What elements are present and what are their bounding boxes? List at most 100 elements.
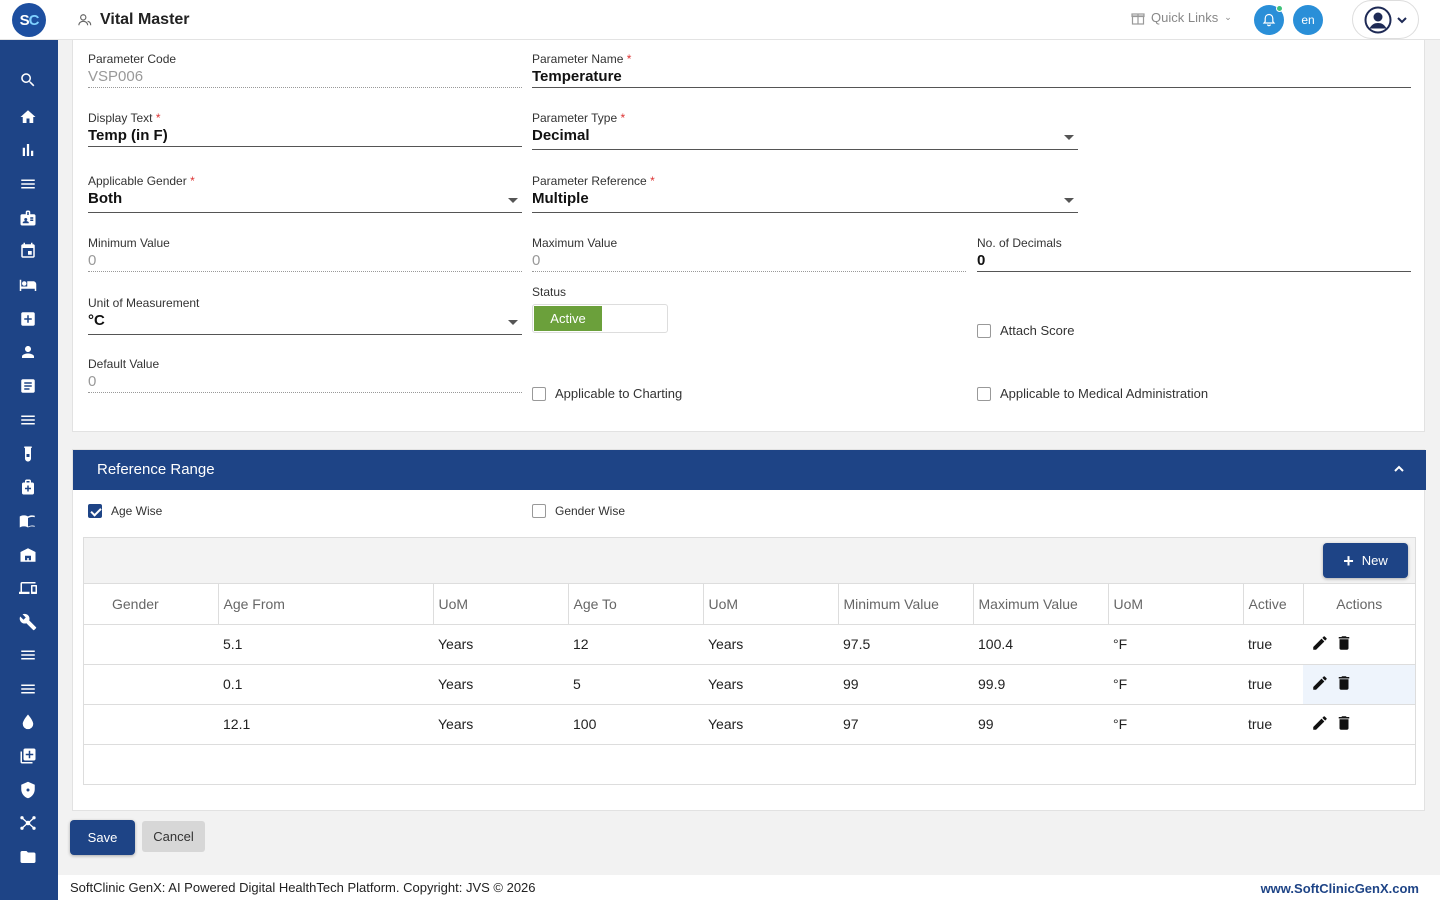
edit-icon[interactable] — [1311, 634, 1329, 652]
age-to-cell: 5 — [568, 664, 703, 705]
attach-score-checkbox[interactable]: Attach Score — [977, 323, 1074, 338]
store-icon[interactable] — [19, 546, 37, 564]
minimum-value-label: Minimum Value — [88, 236, 170, 250]
app-logo[interactable]: SC — [12, 3, 46, 37]
age-wise-checkbox[interactable]: Age Wise — [88, 504, 162, 518]
search-icon[interactable] — [19, 71, 37, 89]
cancel-button[interactable]: Cancel — [142, 821, 205, 852]
checkbox-box[interactable] — [532, 504, 546, 518]
lab-icon[interactable] — [19, 445, 37, 463]
reference-range-panel: Reference Range Age Wise Gender Wise + N… — [72, 449, 1426, 811]
column-header[interactable]: Age To — [568, 584, 704, 625]
checkbox-box[interactable] — [532, 386, 546, 401]
devices-icon[interactable] — [19, 579, 37, 597]
delete-icon[interactable] — [1335, 674, 1353, 692]
add-box-icon[interactable] — [19, 747, 37, 765]
new-button[interactable]: + New — [1323, 543, 1408, 578]
bar-chart-icon[interactable] — [19, 141, 37, 159]
quick-links-label: Quick Links — [1151, 10, 1219, 25]
active-cell: true — [1243, 624, 1303, 665]
user-menu[interactable] — [1352, 0, 1419, 39]
actions-cell — [1303, 624, 1415, 665]
wrench-icon[interactable] — [19, 613, 37, 631]
minimum-value-cell: 97 — [838, 704, 973, 745]
parameter-reference-label: Parameter Reference * — [532, 174, 655, 188]
top-bar: SC Vital Master Quick Links ⌄ en — [0, 0, 1440, 40]
unit-of-measurement-select[interactable]: Unit of Measurement °C — [88, 296, 522, 336]
calendar-icon[interactable] — [19, 242, 37, 260]
edit-icon[interactable] — [1311, 714, 1329, 732]
parameter-reference-select[interactable]: Parameter Reference * Multiple — [532, 174, 1078, 214]
badge-icon[interactable] — [19, 209, 37, 227]
gender-cell — [84, 704, 218, 745]
applicable-to-charting-checkbox[interactable]: Applicable to Charting — [532, 386, 682, 401]
list-icon[interactable] — [19, 175, 37, 193]
vital-form-card: Parameter Code VSP006 Parameter Name * T… — [72, 40, 1425, 432]
column-header[interactable]: UoM — [1108, 584, 1244, 625]
document-icon[interactable] — [19, 377, 37, 395]
pharmacy-icon[interactable] — [19, 478, 37, 496]
applicable-gender-label: Applicable Gender * — [88, 174, 195, 188]
medical-cross-icon[interactable] — [19, 310, 37, 328]
no-of-decimals-value: 0 — [977, 252, 986, 269]
column-header[interactable]: Maximum Value — [973, 584, 1109, 625]
parameter-type-select[interactable]: Parameter Type * Decimal — [532, 111, 1078, 151]
gender-wise-checkbox[interactable]: Gender Wise — [532, 504, 625, 518]
bed-icon[interactable] — [19, 276, 37, 294]
footer-website-link[interactable]: www.SoftClinicGenX.com — [1261, 881, 1419, 896]
delete-icon[interactable] — [1335, 714, 1353, 732]
list-icon[interactable] — [19, 411, 37, 429]
checkbox-box[interactable] — [977, 323, 991, 338]
display-text-field[interactable]: Display Text * Temp (in F) — [88, 111, 522, 148]
folder-icon[interactable] — [19, 848, 37, 866]
shield-icon[interactable] — [19, 781, 37, 799]
field-underline — [532, 271, 966, 272]
language-button[interactable]: en — [1293, 5, 1323, 35]
parameter-reference-value: Multiple — [532, 190, 589, 207]
age-from-cell: 12.1 — [218, 704, 433, 745]
delete-icon[interactable] — [1335, 634, 1353, 652]
home-icon[interactable] — [19, 108, 37, 126]
checkbox-box[interactable] — [88, 504, 102, 518]
chevron-up-icon[interactable] — [1394, 464, 1404, 474]
list-icon[interactable] — [19, 646, 37, 664]
book-icon[interactable] — [19, 512, 37, 530]
network-icon[interactable] — [19, 814, 37, 832]
maximum-value-cell: 100.4 — [973, 624, 1108, 665]
no-of-decimals-field[interactable]: No. of Decimals 0 — [977, 236, 1411, 273]
minimum-value-field[interactable]: Minimum Value 0 — [88, 236, 522, 273]
table-header-row: Gender Age From UoM Age To UoM Minimum V… — [84, 584, 1415, 625]
applicable-gender-select[interactable]: Applicable Gender * Both — [88, 174, 522, 214]
maximum-value-field[interactable]: Maximum Value 0 — [532, 236, 966, 273]
column-header[interactable]: UoM — [433, 584, 569, 625]
table-row[interactable]: 5.1 Years 12 Years 97.5 100.4 °F true — [84, 624, 1415, 665]
drop-icon[interactable] — [19, 713, 37, 731]
list-icon[interactable] — [19, 680, 37, 698]
uom-cell: Years — [703, 624, 838, 665]
status-toggle[interactable]: Active — [532, 304, 668, 333]
table-row[interactable]: 12.1 Years 100 Years 97 99 °F true — [84, 704, 1415, 745]
default-value-field[interactable]: Default Value 0 — [88, 357, 522, 394]
person-icon[interactable] — [19, 343, 37, 361]
column-header[interactable]: Age From — [218, 584, 434, 625]
column-header[interactable]: Minimum Value — [838, 584, 974, 625]
edit-icon[interactable] — [1311, 674, 1329, 692]
column-header[interactable]: Active — [1243, 584, 1304, 625]
status-active-option[interactable]: Active — [534, 306, 602, 331]
parameter-code-field[interactable]: Parameter Code VSP006 — [88, 52, 522, 89]
parameter-type-label: Parameter Type * — [532, 111, 626, 125]
column-header[interactable]: Gender — [84, 584, 219, 625]
parameter-name-field[interactable]: Parameter Name * Temperature — [532, 52, 1411, 89]
applicable-gender-value: Both — [88, 190, 123, 207]
save-button[interactable]: Save — [70, 820, 135, 855]
column-header[interactable]: UoM — [703, 584, 839, 625]
quick-links-menu[interactable]: Quick Links ⌄ — [1131, 10, 1232, 25]
table-row[interactable]: 0.1 Years 5 Years 99 99.9 °F true — [84, 664, 1415, 705]
avatar-icon — [1364, 6, 1391, 33]
age-from-cell: 0.1 — [218, 664, 433, 705]
reference-range-header[interactable]: Reference Range — [73, 450, 1426, 490]
display-text-value: Temp (in F) — [88, 127, 168, 144]
parameter-code-value: VSP006 — [88, 68, 144, 85]
checkbox-box[interactable] — [977, 386, 991, 401]
applicable-to-medical-administration-checkbox[interactable]: Applicable to Medical Administration — [977, 386, 1208, 401]
